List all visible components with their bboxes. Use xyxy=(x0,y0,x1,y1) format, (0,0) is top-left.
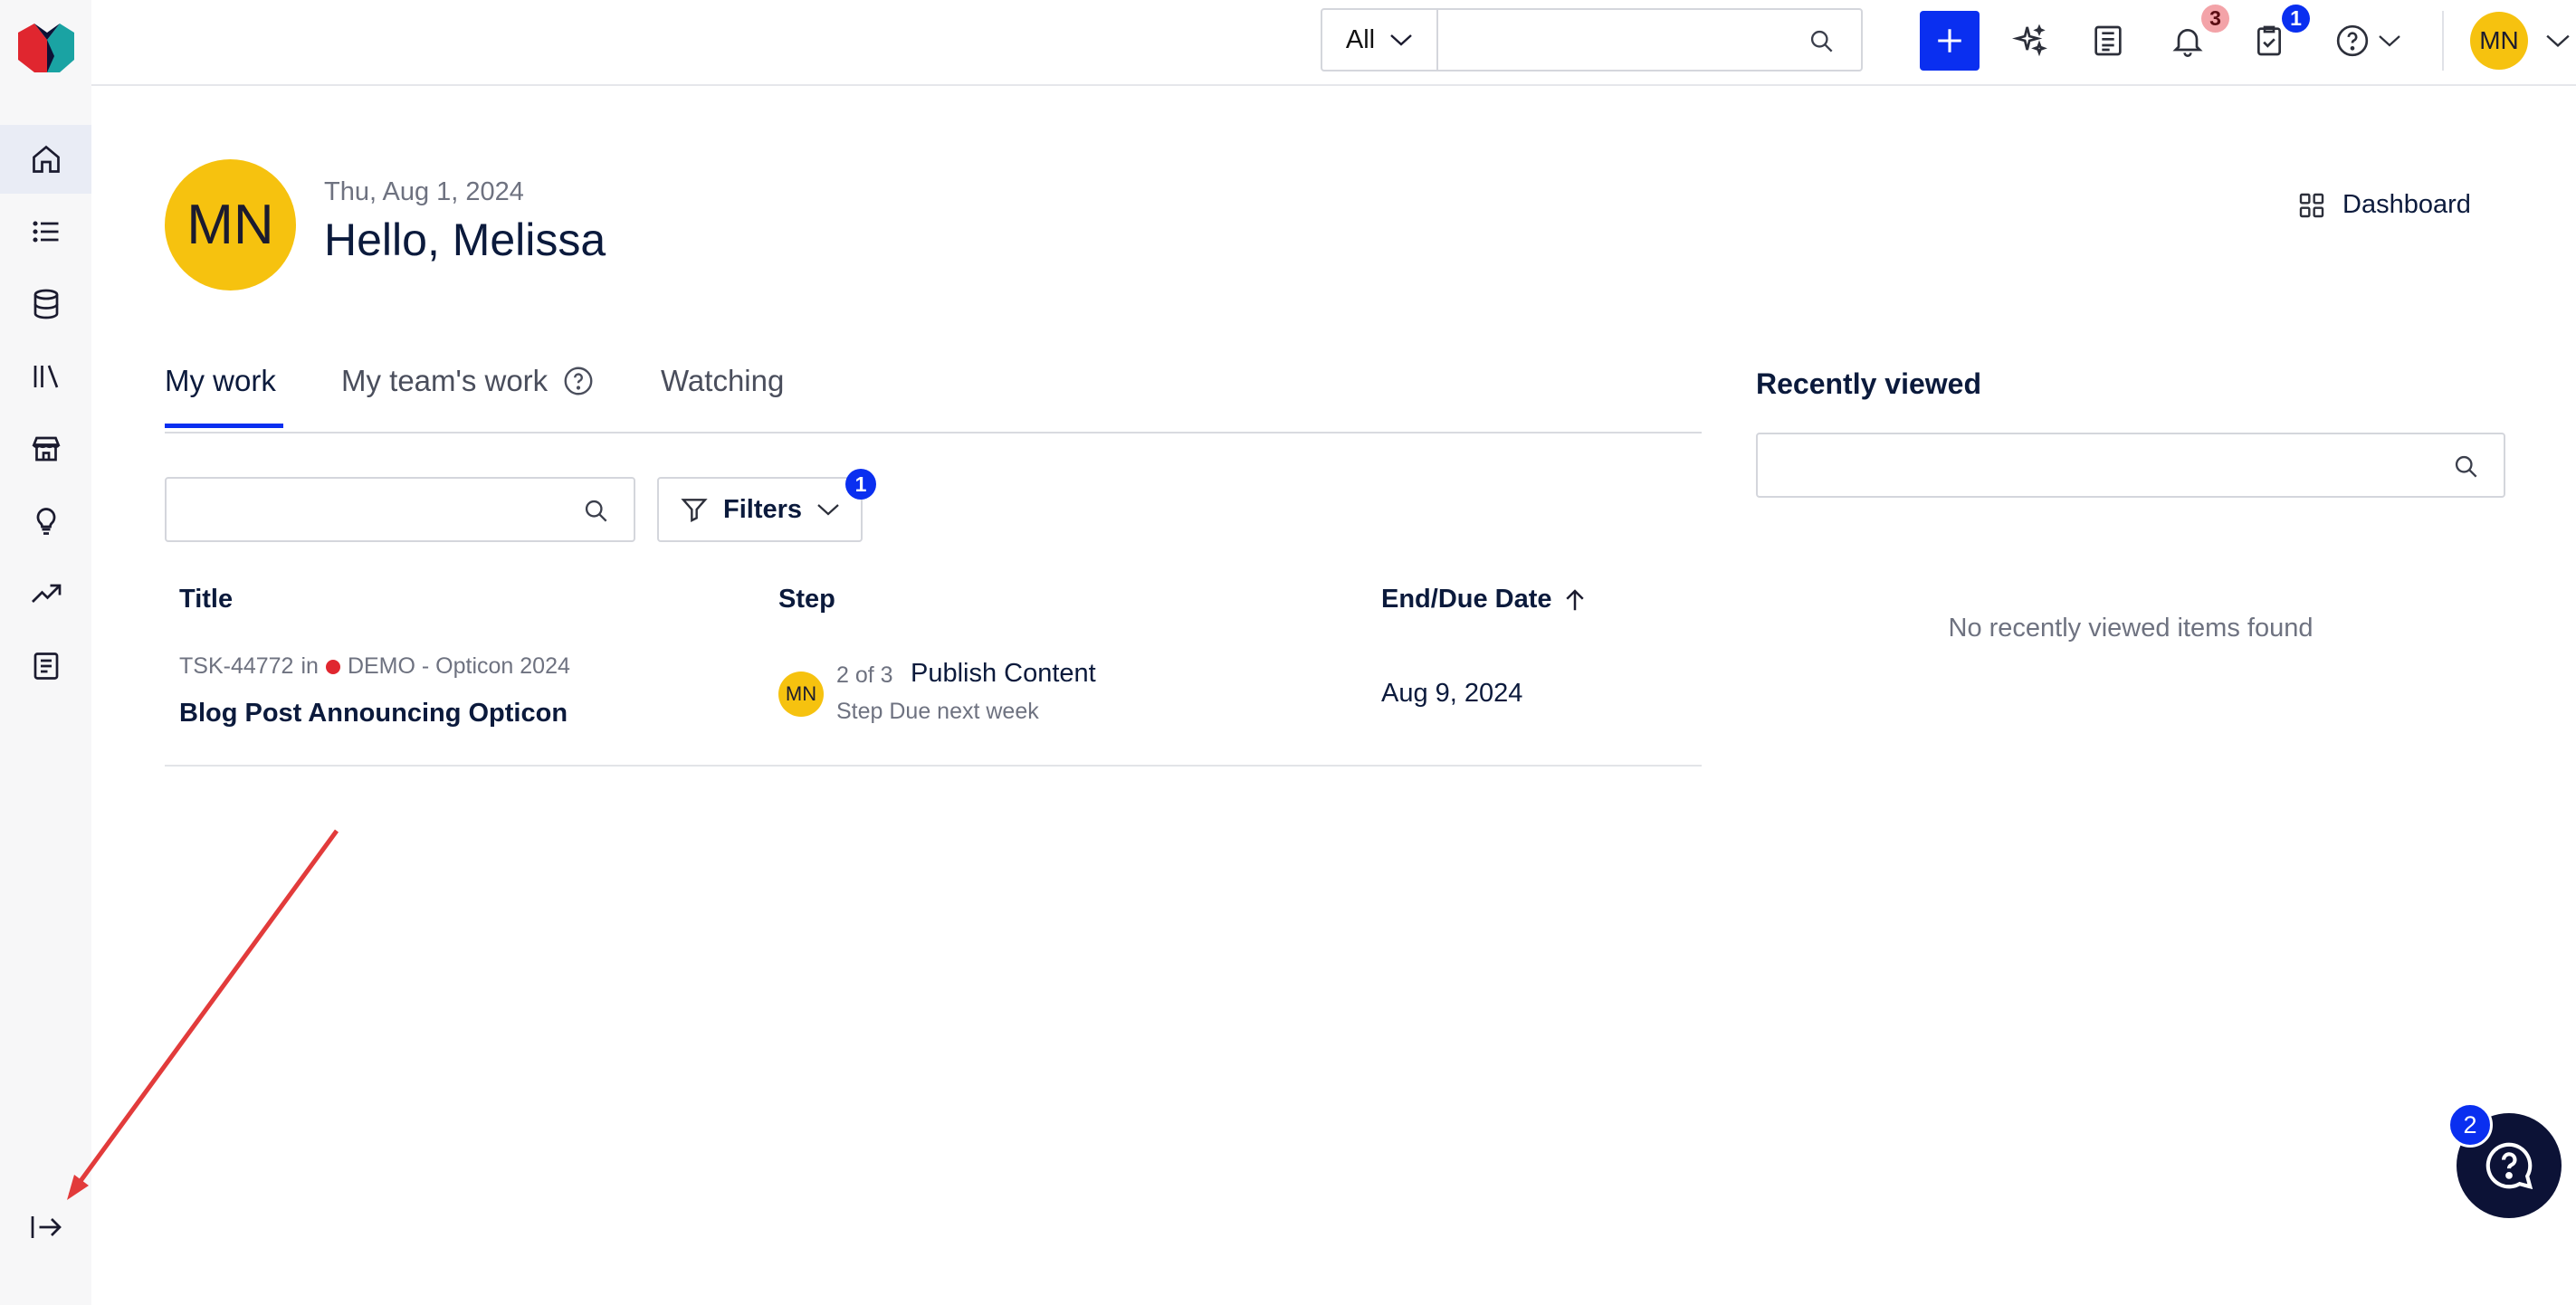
step-name: Publish Content xyxy=(911,659,1096,688)
help-icon[interactable] xyxy=(562,365,595,397)
step-due: Step Due next week xyxy=(836,699,1039,724)
task-id: TSK-44772 xyxy=(179,653,294,679)
work-search xyxy=(165,477,635,542)
column-header-due-date[interactable]: End/Due Date xyxy=(1381,585,1589,614)
chevron-down-icon xyxy=(2546,34,2570,47)
recent-search-input[interactable] xyxy=(1758,434,2504,496)
arrow-up-icon xyxy=(1565,588,1584,610)
ai-assistant-button[interactable] xyxy=(2009,18,2051,63)
chevron-down-icon xyxy=(1390,34,1412,46)
column-header-due-label: End/Due Date xyxy=(1381,585,1552,614)
row-divider xyxy=(165,765,1702,767)
create-button[interactable] xyxy=(1920,11,1980,71)
dashboard-label: Dashboard xyxy=(2342,190,2471,219)
search-scope-label: All xyxy=(1345,24,1376,54)
column-header-title[interactable]: Title xyxy=(179,585,233,614)
clipboard-check-icon xyxy=(2257,25,2281,56)
recent-empty-message: No recently viewed items found xyxy=(1948,614,2314,643)
current-date: Thu, Aug 1, 2024 xyxy=(324,177,524,206)
bell-icon xyxy=(2172,29,2203,57)
annotation-arrow xyxy=(67,829,339,1200)
recent-search xyxy=(1756,433,2505,498)
help-chat-badge: 2 xyxy=(2447,1102,2493,1148)
header-divider xyxy=(2442,11,2444,71)
filters-badge: 1 xyxy=(845,469,876,500)
lightbulb-icon xyxy=(36,508,55,535)
dashboard-button[interactable]: Dashboard xyxy=(2297,190,2471,220)
greeting-title: Hello, Melissa xyxy=(324,214,606,265)
sidebar-item-store[interactable] xyxy=(0,414,91,483)
notifications-badge: 3 xyxy=(2201,5,2229,33)
sidebar-item-list[interactable] xyxy=(0,197,91,266)
tab-label: My team's work xyxy=(341,364,549,397)
plus-icon xyxy=(1938,29,1961,52)
help-menu-button[interactable] xyxy=(2326,18,2409,63)
global-search: All xyxy=(1321,8,1863,71)
expand-sidebar-icon xyxy=(31,1216,62,1238)
table-row[interactable]: TSK-44772 in DEMO - Opticon 2024 Blog Po… xyxy=(165,633,1702,767)
project-status-dot xyxy=(325,659,340,674)
sidebar-item-analytics[interactable] xyxy=(0,559,91,628)
global-search-input[interactable] xyxy=(1438,10,1861,70)
help-icon xyxy=(2336,24,2369,57)
sidebar-item-documents[interactable] xyxy=(0,632,91,700)
app-logo[interactable] xyxy=(14,20,76,76)
filters-label: Filters xyxy=(722,494,803,524)
document-icon xyxy=(2094,25,2122,56)
notes-button[interactable] xyxy=(2087,18,2129,63)
work-search-input[interactable] xyxy=(167,479,634,540)
trending-up-icon xyxy=(31,584,61,603)
task-in: in xyxy=(301,653,319,679)
sidebar-item-database[interactable] xyxy=(0,270,91,338)
tab-my-work[interactable]: My work xyxy=(165,364,276,398)
due-date: Aug 9, 2024 xyxy=(1381,679,1523,708)
chat-help-icon xyxy=(2485,1142,2533,1190)
user-avatar[interactable]: MN xyxy=(2470,12,2528,70)
assignee-avatar: MN xyxy=(778,672,824,717)
tabs-divider xyxy=(165,432,1702,433)
task-title[interactable]: Blog Post Announcing Opticon xyxy=(179,699,568,729)
search-icon[interactable] xyxy=(583,498,608,523)
greeting-avatar: MN xyxy=(165,159,296,291)
recently-viewed-title: Recently viewed xyxy=(1756,367,1981,400)
column-header-step[interactable]: Step xyxy=(778,585,835,614)
filter-icon xyxy=(681,499,708,522)
sidebar-item-ideas[interactable] xyxy=(0,487,91,556)
list-icon xyxy=(32,221,58,243)
tab-my-teams-work[interactable]: My team's work xyxy=(341,364,595,398)
sidebar-item-home[interactable] xyxy=(0,125,91,194)
sparkles-icon xyxy=(2012,24,2047,57)
sidebar-item-library[interactable] xyxy=(0,342,91,411)
database-icon xyxy=(33,289,58,319)
tab-watching[interactable]: Watching xyxy=(661,364,784,398)
chevron-down-icon xyxy=(817,504,839,516)
home-icon xyxy=(32,145,60,173)
active-tab-indicator xyxy=(165,424,283,428)
document-icon xyxy=(33,652,58,680)
search-icon[interactable] xyxy=(2453,453,2478,479)
library-icon xyxy=(33,365,58,388)
step-count: 2 of 3 xyxy=(836,662,893,688)
search-scope-select[interactable]: All xyxy=(1322,10,1438,70)
task-meta: TSK-44772 in DEMO - Opticon 2024 xyxy=(179,653,570,680)
tasks-badge: 1 xyxy=(2282,5,2310,33)
filters-button[interactable]: Filters xyxy=(657,477,863,542)
store-icon xyxy=(32,436,60,462)
chevron-down-icon xyxy=(2379,35,2400,47)
task-project[interactable]: DEMO - Opticon 2024 xyxy=(348,653,570,680)
grid-icon xyxy=(2299,193,2324,217)
user-menu-chevron[interactable] xyxy=(2545,33,2571,49)
search-icon[interactable] xyxy=(1808,28,1834,53)
